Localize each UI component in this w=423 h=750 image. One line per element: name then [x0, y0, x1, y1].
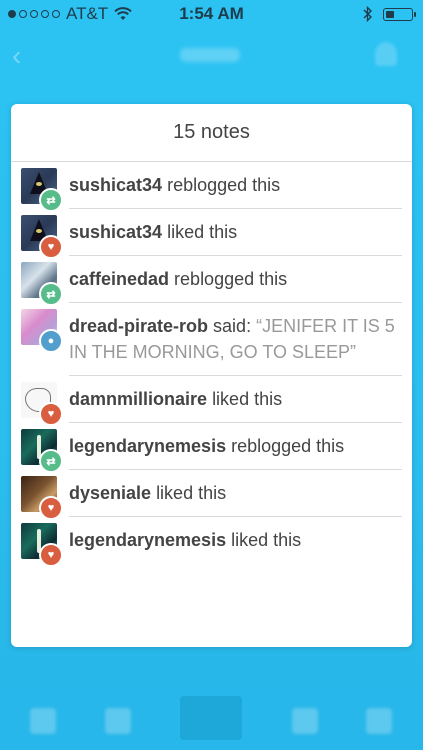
- note-row[interactable]: ⇄ legendarynemesis reblogged this: [11, 423, 412, 473]
- note-action: liked this: [212, 389, 283, 409]
- note-action: liked this: [167, 222, 238, 242]
- heart-icon: ♥: [39, 543, 63, 567]
- status-bar: AT&T 1:54 AM: [0, 0, 423, 28]
- note-action: reblogged this: [167, 175, 281, 195]
- note-action: liked this: [156, 483, 227, 503]
- note-username[interactable]: legendarynemesis: [69, 436, 226, 456]
- note-action: liked this: [231, 530, 302, 550]
- compose-button: [180, 696, 242, 740]
- note-text: legendarynemesis reblogged this: [69, 423, 402, 470]
- note-row[interactable]: ♥ sushicat34 liked this: [11, 209, 412, 259]
- avatar-wrap: ♥: [21, 382, 63, 426]
- note-username[interactable]: caffeinedad: [69, 269, 169, 289]
- reply-icon: ●: [39, 329, 63, 353]
- note-username[interactable]: dyseniale: [69, 483, 151, 503]
- note-row[interactable]: ⇄ caffeinedad reblogged this: [11, 256, 412, 306]
- user-icon: [375, 42, 397, 66]
- avatar-wrap: ⇄: [21, 168, 63, 212]
- note-text: sushicat34 liked this: [69, 209, 402, 256]
- note-row[interactable]: ♥ damnmillionaire liked this: [11, 376, 412, 426]
- note-text: sushicat34 reblogged this: [69, 162, 402, 209]
- note-username[interactable]: sushicat34: [69, 222, 162, 242]
- note-row[interactable]: ♥ dyseniale liked this: [11, 470, 412, 520]
- note-action: said:: [213, 316, 252, 336]
- bluetooth-icon: [363, 6, 372, 22]
- notes-title: 15 notes: [11, 104, 412, 162]
- background-title: [180, 48, 240, 62]
- avatar-wrap: ♥: [21, 215, 63, 259]
- note-username[interactable]: sushicat34: [69, 175, 162, 195]
- note-text: damnmillionaire liked this: [69, 376, 402, 423]
- note-username[interactable]: damnmillionaire: [69, 389, 207, 409]
- note-text: caffeinedad reblogged this: [69, 256, 402, 303]
- background-tab-bar: [0, 690, 423, 750]
- avatar-wrap: ⇄: [21, 262, 63, 306]
- activity-icon: [292, 708, 318, 734]
- notes-sheet: 15 notes ⇄ sushicat34 reblogged this ♥ sush…: [11, 104, 412, 647]
- avatar-wrap: ●: [21, 309, 63, 353]
- note-username[interactable]: dread-pirate-rob: [69, 316, 208, 336]
- note-username[interactable]: legendarynemesis: [69, 530, 226, 550]
- note-row[interactable]: ⇄ sushicat34 reblogged this: [11, 162, 412, 212]
- note-action: reblogged this: [231, 436, 345, 456]
- note-text: dread-pirate-rob said: “JENIFER IT IS 5 …: [69, 303, 402, 376]
- note-text: dyseniale liked this: [69, 470, 402, 517]
- note-row[interactable]: ♥ legendarynemesis liked this: [11, 517, 412, 567]
- back-icon: ‹: [12, 40, 22, 71]
- avatar-wrap: ♥: [21, 476, 63, 520]
- note-action: reblogged this: [174, 269, 288, 289]
- avatar-wrap: ♥: [21, 523, 63, 567]
- note-text: legendarynemesis liked this: [69, 517, 402, 563]
- account-icon: [366, 708, 392, 734]
- clock: 1:54 AM: [179, 4, 244, 23]
- battery-icon: [383, 7, 416, 21]
- note-row[interactable]: ● dread-pirate-rob said: “JENIFER IT IS 5…: [11, 303, 412, 376]
- avatar-wrap: ⇄: [21, 429, 63, 473]
- status-right: [363, 6, 416, 22]
- home-icon: [30, 708, 56, 734]
- notes-list: ⇄ sushicat34 reblogged this ♥ sushicat34 li…: [11, 162, 412, 567]
- search-icon: [105, 708, 131, 734]
- background-nav-bar: ‹: [0, 28, 423, 84]
